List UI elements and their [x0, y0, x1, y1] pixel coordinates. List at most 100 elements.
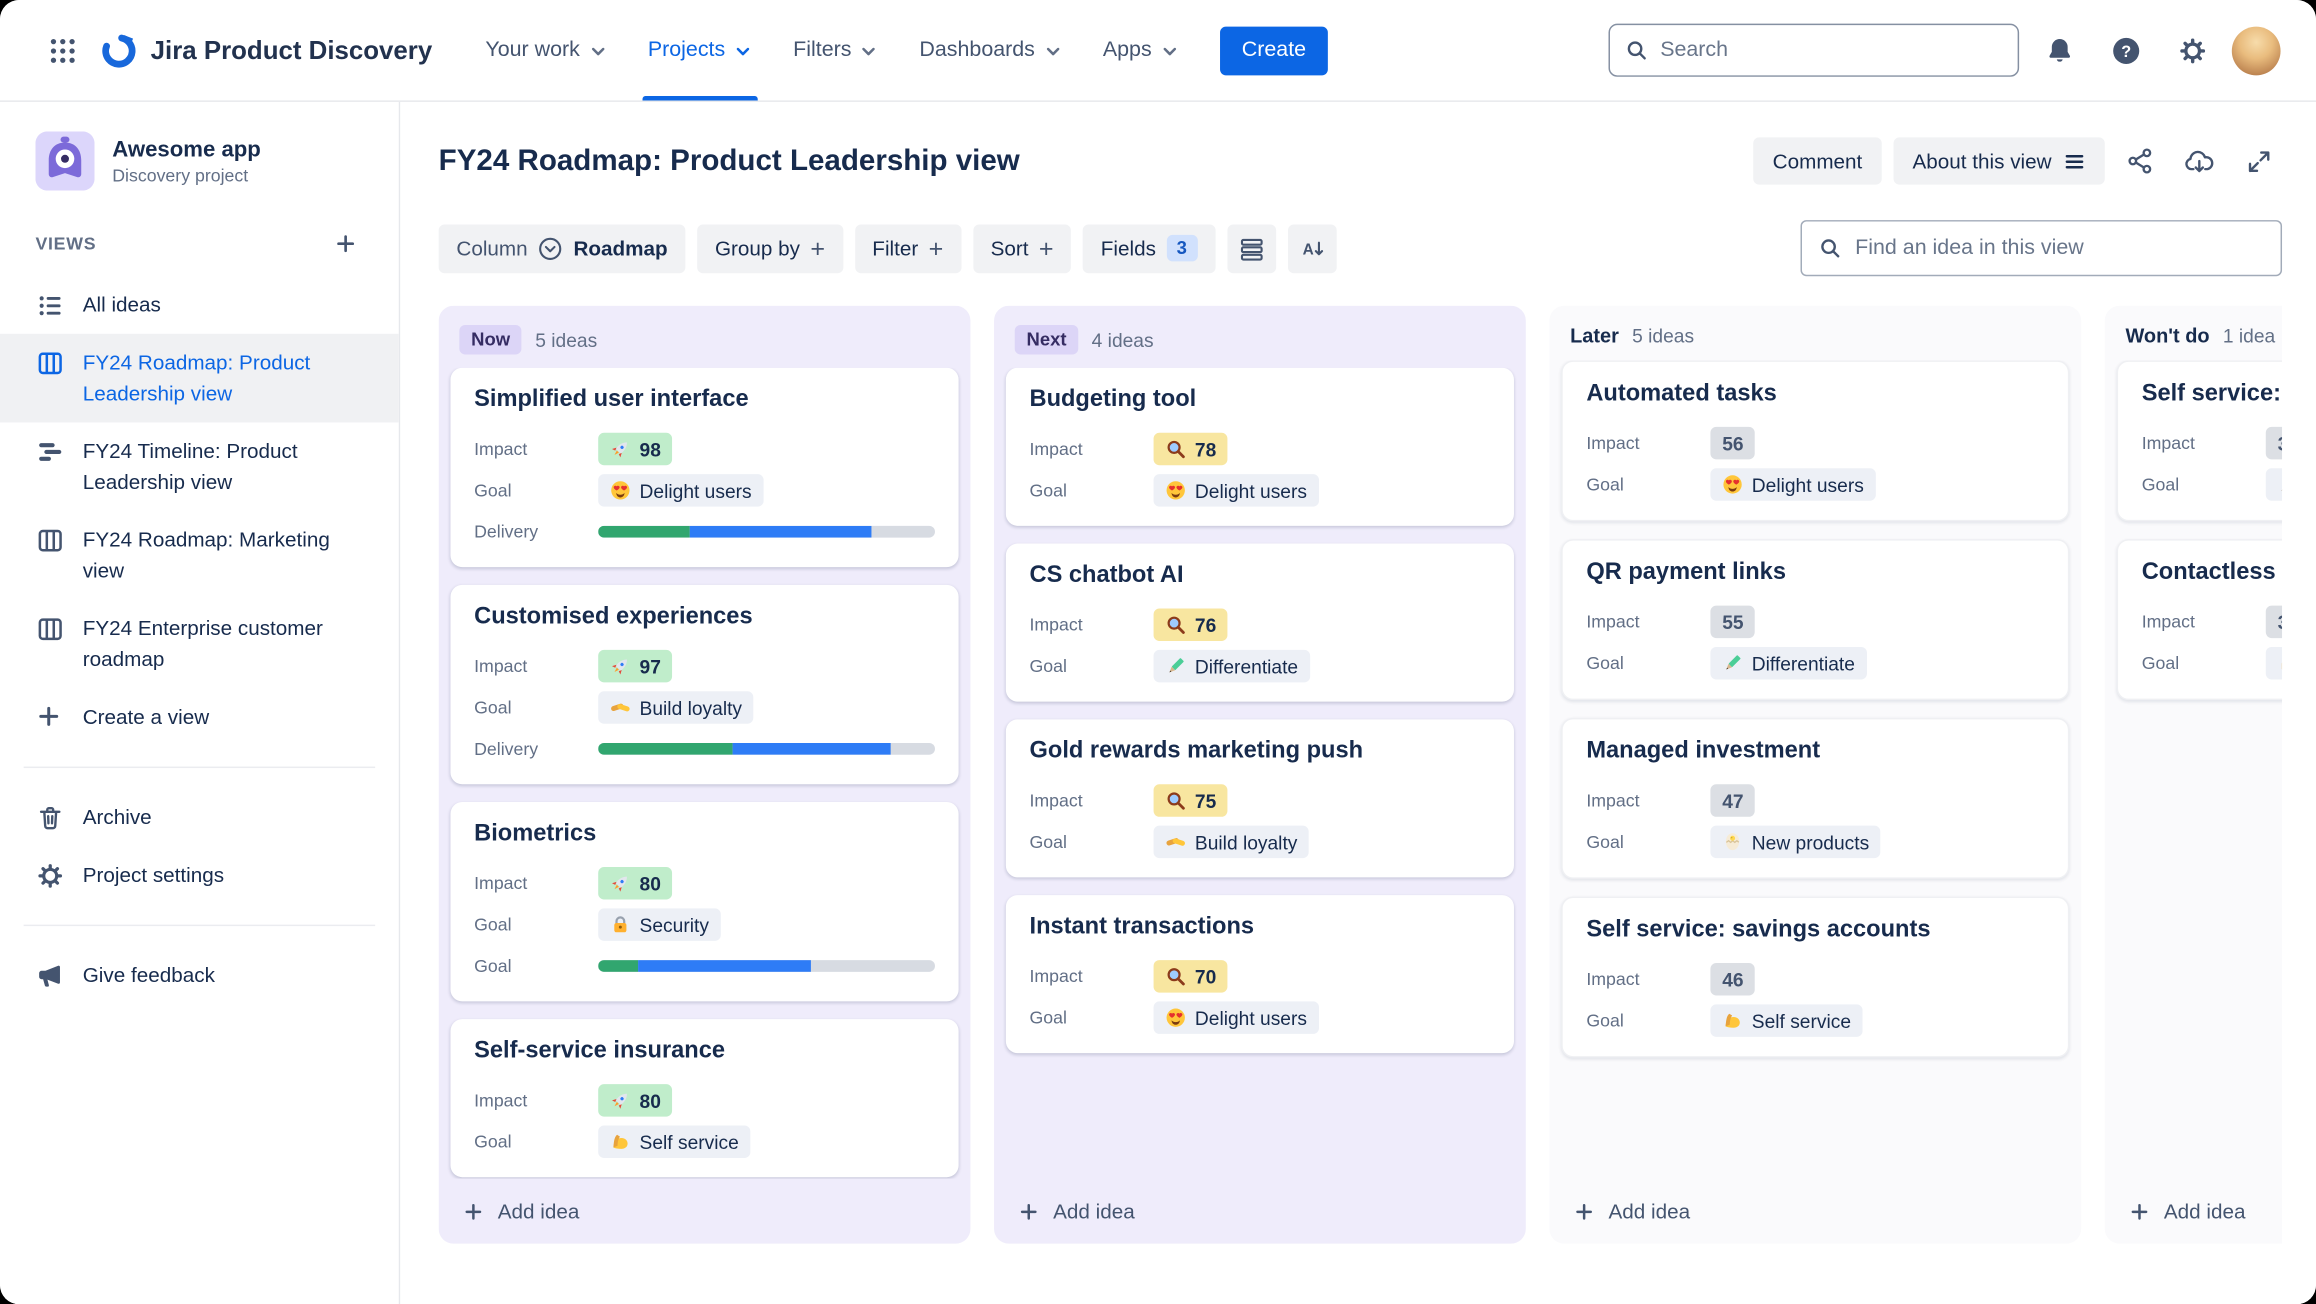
add-view-button[interactable]: [328, 226, 363, 261]
find-idea-search[interactable]: [1800, 220, 2283, 277]
add-idea-button[interactable]: Add idea: [2105, 1179, 2282, 1244]
publish-button[interactable]: [2176, 137, 2223, 184]
field-row: Goal Build loyalty: [1029, 821, 1490, 862]
sidebar-view-fy24-roadmap-product-leadership-view[interactable]: FY24 Roadmap: Product Leadership view: [0, 333, 399, 423]
idea-card-customised-experiences[interactable]: Customised experiences Impact 97 Goal Build …: [450, 584, 959, 785]
primary-nav: Your work Projects Filters Dashboards Apps: [465, 0, 1199, 101]
badge-text: Build loyalty: [1194, 830, 1298, 853]
find-idea-input[interactable]: [1855, 236, 2265, 260]
user-avatar[interactable]: [2231, 25, 2281, 75]
nav-item-projects[interactable]: Projects: [627, 0, 772, 101]
field-label: Goal: [1586, 831, 1624, 853]
filter-label: Filter: [872, 236, 919, 260]
magnifier-icon: [1165, 966, 1186, 987]
product-name: Jira Product Discovery: [150, 34, 433, 65]
create-button[interactable]: Create: [1219, 25, 1329, 75]
list-icon: [35, 291, 65, 321]
sidebar-view-fy24-timeline-product-leadership-view[interactable]: FY24 Timeline: Product Leadership view: [0, 422, 399, 511]
project-header[interactable]: Awesome app Discovery project: [0, 131, 399, 191]
group-by-button[interactable]: Group by +: [697, 223, 843, 273]
comment-button[interactable]: Comment: [1753, 137, 1882, 185]
nav-item-your-work[interactable]: Your work: [465, 0, 627, 100]
notifications-button[interactable]: [2032, 24, 2085, 77]
view-item-label: FY24 Timeline: Product Leadership view: [82, 438, 298, 494]
field-row: Impact 80: [474, 1080, 935, 1121]
sort-button[interactable]: Sort +: [972, 223, 1072, 273]
idea-card-biometrics[interactable]: Biometrics Impact 80 Goal Security Goal: [450, 802, 959, 1002]
field-label: Delivery: [474, 738, 539, 760]
idea-title: Managed investment: [1586, 738, 1821, 764]
share-button[interactable]: [2117, 137, 2164, 184]
views-list: All ideas FY24 Roadmap: Product Leadershi…: [0, 276, 399, 688]
nav-item-filters[interactable]: Filters: [772, 0, 898, 100]
impact-badge: 78: [1153, 432, 1229, 466]
idea-title: QR payment links: [1586, 559, 1786, 585]
project-text: Awesome app Discovery project: [112, 137, 261, 186]
goal-badge: Differentiate: [1710, 646, 1867, 680]
add-idea-button[interactable]: Add idea: [439, 1179, 971, 1244]
column-idea-count: 1 idea: [2222, 324, 2276, 348]
add-idea-button[interactable]: Add idea: [994, 1179, 1526, 1244]
trash-icon: [35, 804, 65, 834]
add-idea-label: Add idea: [1053, 1199, 1135, 1223]
idea-card-contactless[interactable]: Contactless Impact 30 Goal: [2116, 539, 2283, 701]
idea-card-self-service-savings-accounts[interactable]: Self service: savings accounts Impact 46 Go…: [1561, 896, 2070, 1058]
sort-az-button[interactable]: A: [1287, 223, 1337, 273]
sidebar-view-fy24-enterprise-customer-roadmap[interactable]: FY24 Enterprise customer roadmap: [0, 600, 399, 689]
badge-text: Differentiate: [1751, 652, 1855, 675]
idea-card-instant-transactions[interactable]: Instant transactions Impact 70 Goal Delight …: [1005, 895, 1514, 1054]
fields-button[interactable]: Fields 3: [1083, 223, 1215, 273]
create-view-button[interactable]: Create a view: [0, 688, 399, 746]
field-row: Goal: [2141, 643, 2283, 684]
idea-title: Self-service insurance: [474, 1038, 726, 1064]
field-label: Goal: [2141, 652, 2180, 674]
view-item-label: All ideas: [82, 292, 161, 317]
badge-text: Delight users: [1194, 1006, 1307, 1029]
row-density-button[interactable]: [1226, 223, 1276, 273]
sidebar-view-all-ideas[interactable]: All ideas: [0, 276, 399, 334]
add-idea-button[interactable]: Add idea: [1549, 1179, 2081, 1244]
page-title: FY24 Roadmap: Product Leadership view: [438, 144, 1020, 177]
about-this-view-button[interactable]: About this view: [1893, 137, 2105, 185]
header-actions: Comment About this view: [1753, 137, 2282, 185]
field-row: Impact 55: [1586, 601, 2044, 642]
idea-title: Self service: savings accounts: [1586, 917, 1931, 943]
field-label: Impact: [1029, 438, 1083, 460]
idea-card-qr-payment-links[interactable]: QR payment links Impact 55 Goal Differentiat…: [1561, 539, 2070, 701]
idea-title: Simplified user interface: [474, 386, 749, 413]
badge-text: Differentiate: [1194, 655, 1299, 678]
field-label: Goal: [1586, 652, 1624, 674]
idea-card-self-service-insurance[interactable]: Self-service insurance Impact 80 Goal Self s…: [450, 1019, 959, 1178]
project-name: Awesome app: [112, 136, 261, 162]
project-avatar: [35, 131, 95, 191]
idea-card-automated-tasks[interactable]: Automated tasks Impact 56 Goal Delight users: [1561, 360, 2070, 522]
fullscreen-button[interactable]: [2235, 137, 2282, 184]
column-setting-button[interactable]: Column Roadmap: [438, 223, 686, 273]
rows-icon: [1237, 234, 1265, 262]
sidebar-view-fy24-roadmap-marketing-view[interactable]: FY24 Roadmap: Marketing view: [0, 511, 399, 600]
idea-card-budgeting-tool[interactable]: Budgeting tool Impact 78 Goal Delight users: [1005, 367, 1514, 526]
idea-card-managed-investment[interactable]: Managed investment Impact 47 Goal New produc…: [1561, 717, 2070, 879]
filter-button[interactable]: Filter +: [854, 223, 962, 273]
sidebar-item-project-settings[interactable]: Project settings: [0, 846, 399, 904]
idea-card-cs-chatbot-ai[interactable]: CS chatbot AI Impact 76 Goal Differentiate: [1005, 543, 1514, 702]
idea-card-simplified-user-interface[interactable]: Simplified user interface Impact 98 Goal Del…: [450, 367, 959, 568]
app-switcher-button[interactable]: [35, 24, 88, 77]
idea-card-self-service[interactable]: Self service: Impact 36 Goal: [2116, 360, 2283, 522]
field-label: Goal: [474, 955, 512, 977]
settings-button[interactable]: [2165, 24, 2218, 77]
field-row: Impact 78: [1029, 428, 1490, 469]
field-label: Impact: [1029, 614, 1083, 636]
field-row: Goal Differentiate: [1586, 643, 2044, 684]
svg-text:?: ?: [2120, 42, 2130, 60]
global-search-input[interactable]: [1660, 38, 2003, 63]
badge-text: 46: [1722, 968, 1744, 991]
nav-item-apps[interactable]: Apps: [1082, 0, 1199, 100]
idea-card-gold-rewards-marketing-push[interactable]: Gold rewards marketing push Impact 75 Goal B…: [1005, 719, 1514, 878]
nav-item-dashboards[interactable]: Dashboards: [899, 0, 1082, 100]
sidebar-item-archive[interactable]: Archive: [0, 789, 399, 847]
help-button[interactable]: ?: [2099, 24, 2152, 77]
give-feedback-button[interactable]: Give feedback: [0, 947, 399, 1005]
product-logo[interactable]: Jira Product Discovery: [100, 32, 432, 69]
global-search[interactable]: [1608, 23, 2020, 77]
